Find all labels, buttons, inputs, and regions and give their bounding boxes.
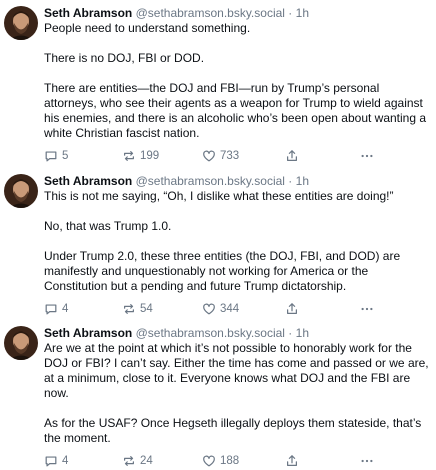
like-icon xyxy=(203,150,215,162)
more-icon xyxy=(361,307,373,311)
reply-icon xyxy=(45,151,57,162)
reply-button[interactable]: 4 xyxy=(44,454,68,468)
reply-button[interactable]: 5 xyxy=(44,149,68,163)
avatar-image xyxy=(4,174,38,208)
more-options-button[interactable] xyxy=(360,149,374,163)
post-actions: 4 54 344 xyxy=(44,302,430,318)
post-paragraph: As for the USAF? Once Hegseth illegally … xyxy=(44,416,422,445)
timestamp[interactable]: 1h xyxy=(296,174,309,188)
post-paragraph: Are we at the point at which it’s not po… xyxy=(44,341,429,400)
post-body: People need to understand something. The… xyxy=(44,21,430,141)
post-paragraph: There are entities—the DOJ and FBI—run b… xyxy=(44,81,427,140)
repost-count: 24 xyxy=(140,455,153,467)
post-body: This is not me saying, “Oh, I dislike wh… xyxy=(44,189,430,294)
share-button[interactable] xyxy=(285,454,299,468)
like-count: 188 xyxy=(220,455,240,467)
post-header: Seth Abramson @sethabramson.bsky.social … xyxy=(44,326,430,341)
post-actions: 4 24 188 xyxy=(44,454,430,470)
post-paragraph: No, that was Trump 1.0. xyxy=(44,219,172,233)
like-button[interactable]: 188 xyxy=(202,454,239,468)
like-icon xyxy=(203,303,215,315)
author-handle[interactable]: @sethabramson.bsky.social xyxy=(136,6,285,20)
reply-count: 5 xyxy=(62,150,69,162)
reply-button[interactable]: 4 xyxy=(44,302,68,316)
author-handle[interactable]: @sethabramson.bsky.social xyxy=(136,326,285,340)
reply-icon xyxy=(45,304,57,315)
post-body: Are we at the point at which it’s not po… xyxy=(44,341,430,446)
post-actions: 5 199 733 xyxy=(44,149,430,165)
like-icon xyxy=(203,455,215,467)
author-name[interactable]: Seth Abramson xyxy=(44,326,132,340)
avatar-image xyxy=(4,6,38,40)
more-options-button[interactable] xyxy=(360,302,374,316)
separator: · xyxy=(288,6,293,20)
share-button[interactable] xyxy=(285,302,299,316)
like-count: 733 xyxy=(220,150,240,162)
post[interactable]: Seth Abramson @sethabramson.bsky.social … xyxy=(0,174,436,318)
avatar[interactable] xyxy=(4,326,38,360)
avatar[interactable] xyxy=(4,174,38,208)
share-icon xyxy=(287,455,297,466)
avatar-image xyxy=(4,326,38,360)
repost-icon xyxy=(124,456,134,466)
author-name[interactable]: Seth Abramson xyxy=(44,174,132,188)
like-button[interactable]: 733 xyxy=(202,149,239,163)
repost-button[interactable]: 199 xyxy=(122,149,159,163)
separator: · xyxy=(288,174,293,188)
separator: · xyxy=(288,326,293,340)
post-paragraph: Under Trump 2.0, these three entities (t… xyxy=(44,249,401,293)
author-name[interactable]: Seth Abramson xyxy=(44,6,132,20)
repost-count: 54 xyxy=(140,303,153,315)
more-icon xyxy=(361,459,373,463)
repost-icon xyxy=(124,151,134,161)
post-paragraph: This is not me saying, “Oh, I dislike wh… xyxy=(44,189,394,203)
share-button[interactable] xyxy=(285,149,299,163)
reply-icon xyxy=(45,456,57,467)
repost-button[interactable]: 24 xyxy=(122,454,153,468)
author-handle[interactable]: @sethabramson.bsky.social xyxy=(136,174,285,188)
post-header: Seth Abramson @sethabramson.bsky.social … xyxy=(44,6,430,21)
post-paragraph: There is no DOJ, FBI or DOD. xyxy=(44,51,205,65)
like-count: 344 xyxy=(220,303,240,315)
reply-count: 4 xyxy=(62,303,69,315)
more-icon xyxy=(361,154,373,158)
timestamp[interactable]: 1h xyxy=(296,326,309,340)
avatar[interactable] xyxy=(4,6,38,40)
repost-icon xyxy=(124,304,134,314)
post[interactable]: Seth Abramson @sethabramson.bsky.social … xyxy=(0,6,436,165)
share-icon xyxy=(287,150,297,161)
reply-count: 4 xyxy=(62,455,69,467)
timestamp[interactable]: 1h xyxy=(296,6,309,20)
post-header: Seth Abramson @sethabramson.bsky.social … xyxy=(44,174,430,189)
share-icon xyxy=(287,303,297,314)
post[interactable]: Seth Abramson @sethabramson.bsky.social … xyxy=(0,326,436,470)
post-paragraph: People need to understand something. xyxy=(44,21,251,35)
more-options-button[interactable] xyxy=(360,454,374,468)
repost-button[interactable]: 54 xyxy=(122,302,153,316)
like-button[interactable]: 344 xyxy=(202,302,239,316)
repost-count: 199 xyxy=(140,150,160,162)
